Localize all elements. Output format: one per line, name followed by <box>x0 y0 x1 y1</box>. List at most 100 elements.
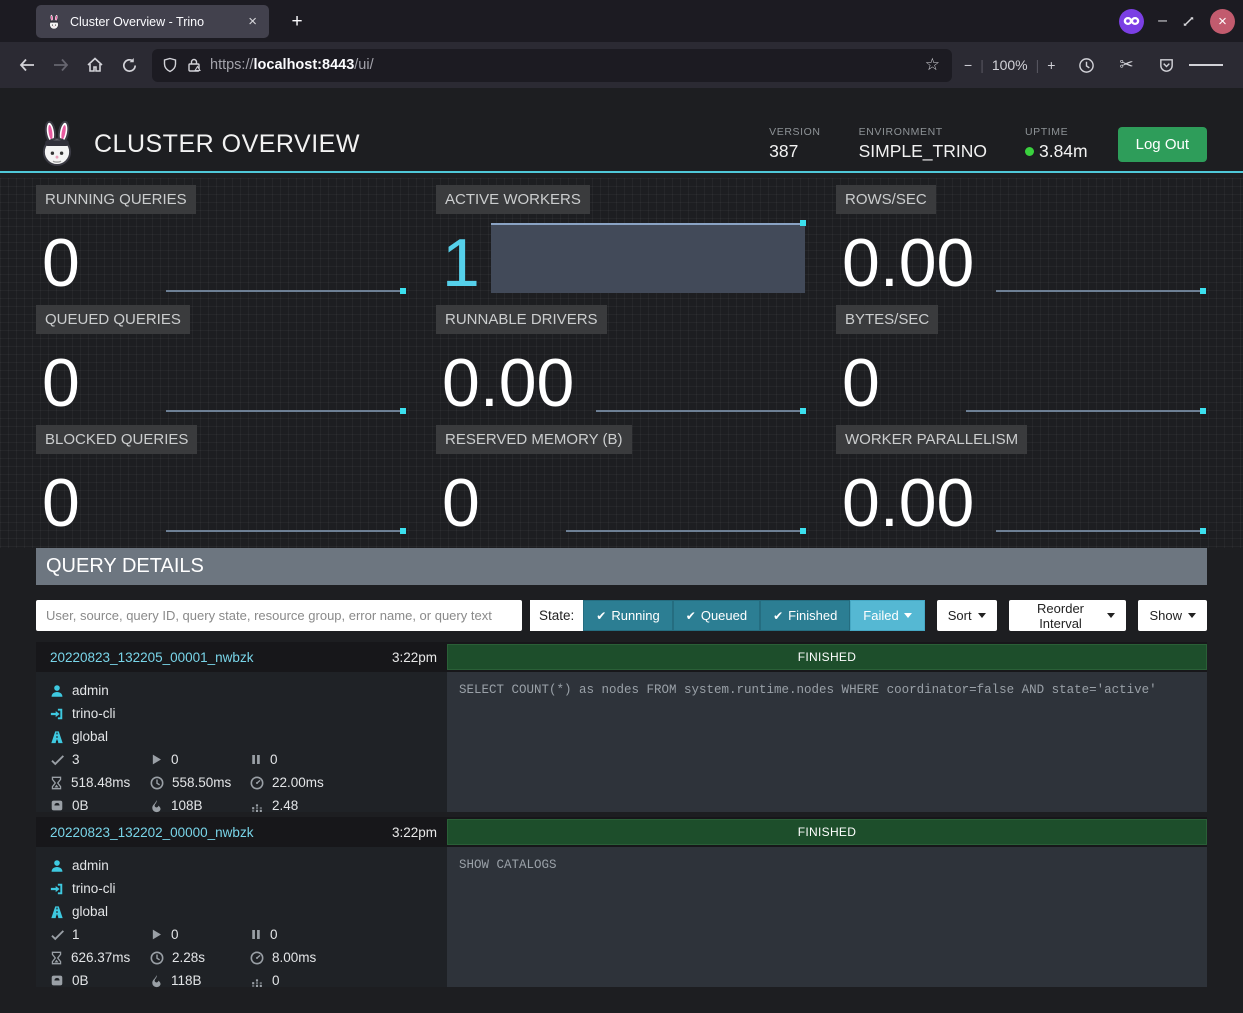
source-sign-in-icon <box>50 707 64 721</box>
state-filter-running[interactable]: ✔ Running <box>583 600 673 631</box>
screenshot-scissors-icon[interactable]: ✂ <box>1109 48 1143 82</box>
stat-card-value: 0 <box>442 469 480 537</box>
stat-card-title: ROWS/SEC <box>836 185 936 214</box>
wall-time: 626.37ms <box>71 950 130 965</box>
check-icon: ✔ <box>596 609 606 623</box>
sparkline <box>996 290 1205 292</box>
browser-tab[interactable]: Cluster Overview - Trino × <box>36 5 269 38</box>
sparkline <box>166 290 405 292</box>
sparkline-endpoint-dot <box>800 528 806 534</box>
source-sign-in-icon <box>50 882 64 896</box>
home-icon[interactable] <box>78 48 112 82</box>
stat-card-value: 0 <box>42 349 80 417</box>
stat-card-title: RESERVED MEMORY (B) <box>436 425 632 454</box>
browser-tab-bar: Cluster Overview - Trino × + – × <box>0 0 1243 42</box>
current-memory-scale-icon <box>50 974 64 987</box>
caret-down-icon <box>978 613 986 618</box>
caret-down-icon <box>904 613 912 618</box>
running-splits: 0 <box>171 752 179 767</box>
menu-hamburger-icon[interactable] <box>1189 48 1223 82</box>
uptime-value: 3.84m <box>1025 141 1088 162</box>
wall-time-hourglass-icon <box>50 776 63 790</box>
back-icon[interactable] <box>10 48 44 82</box>
stat-card-value: 1 <box>442 229 480 297</box>
wall-time-hourglass-icon <box>50 951 63 965</box>
shield-icon[interactable] <box>162 57 178 73</box>
show-dropdown[interactable]: Show <box>1138 600 1207 631</box>
query-id-link[interactable]: 20220823_132202_00000_nwbzk <box>50 825 253 840</box>
check-icon: ✔ <box>686 609 696 623</box>
stat-card-rows-sec: ROWS/SEC 0.00 <box>836 185 1207 297</box>
query-info-panel: admin trino-cli global 1 <box>36 847 447 987</box>
caret-down-icon <box>1188 613 1196 618</box>
stat-card-value: 0 <box>42 229 80 297</box>
state-filter-label: State: <box>530 600 583 631</box>
stat-card-title: QUEUED QUERIES <box>36 305 190 334</box>
stat-card-queued-queries: QUEUED QUERIES 0 <box>36 305 407 417</box>
total-time-clock-icon <box>150 951 164 965</box>
forward-icon[interactable] <box>44 48 78 82</box>
url-bar[interactable]: https://localhost:8443/ui/ ☆ <box>152 49 952 82</box>
stat-card-title: RUNNING QUERIES <box>36 185 196 214</box>
wall-time: 518.48ms <box>71 775 130 790</box>
cpu-time-gauge-icon <box>250 951 264 965</box>
state-filter-finished[interactable]: ✔ Finished <box>760 600 850 631</box>
private-browsing-icon <box>1119 9 1144 34</box>
running-splits-play-icon <box>150 928 163 941</box>
state-filter-failed-dropdown[interactable]: Failed <box>850 600 924 631</box>
query-user: admin <box>72 683 109 698</box>
completed-splits-check-icon <box>50 753 64 767</box>
window-close-button[interactable]: × <box>1210 9 1235 34</box>
stat-card-value: 0.00 <box>442 349 574 417</box>
uptime-label: UPTIME <box>1025 126 1088 138</box>
zoom-level[interactable]: 100% <box>992 57 1028 73</box>
current-memory-scale-icon <box>50 799 64 812</box>
query-id-link[interactable]: 20220823_132205_00001_nwbzk <box>50 650 253 665</box>
zoom-out-button[interactable]: − <box>964 57 972 73</box>
stat-card-runnable-drivers: RUNNABLE DRIVERS 0.00 <box>436 305 807 417</box>
peak-memory-flame-icon <box>150 974 163 988</box>
lock-warning-icon[interactable] <box>186 57 202 73</box>
peak-memory: 118B <box>171 973 202 988</box>
bookmark-star-icon[interactable]: ☆ <box>919 55 946 75</box>
query-resource-group: global <box>72 904 108 919</box>
queued-splits-pause-icon <box>250 928 262 941</box>
completed-splits-check-icon <box>50 928 64 942</box>
total-time: 2.28s <box>172 950 205 965</box>
stat-card-bytes-sec: BYTES/SEC 0 <box>836 305 1207 417</box>
sparkline-area-chart <box>491 223 805 293</box>
reorder-interval-dropdown[interactable]: Reorder Interval <box>1009 600 1127 631</box>
logout-button[interactable]: Log Out <box>1118 127 1207 162</box>
sparkline-endpoint-dot <box>1200 528 1206 534</box>
history-clock-icon[interactable] <box>1069 48 1103 82</box>
sparkline-endpoint-dot <box>800 220 806 226</box>
query-source: trino-cli <box>72 706 116 721</box>
new-tab-button[interactable]: + <box>283 8 311 36</box>
url-text[interactable]: https://localhost:8443/ui/ <box>210 57 919 73</box>
state-filter-queued[interactable]: ✔ Queued <box>673 600 760 631</box>
queued-splits: 0 <box>270 927 278 942</box>
sparkline-endpoint-dot <box>400 528 406 534</box>
query-search-input[interactable] <box>36 600 522 631</box>
resource-group-road-icon <box>50 905 64 919</box>
running-splits: 0 <box>171 927 179 942</box>
window-minimize-button[interactable]: – <box>1158 16 1167 26</box>
tab-close-icon[interactable]: × <box>244 13 261 30</box>
sort-dropdown[interactable]: Sort <box>937 600 997 631</box>
browser-toolbar: https://localhost:8443/ui/ ☆ − | 100% | … <box>0 42 1243 88</box>
query-source: trino-cli <box>72 881 116 896</box>
window-restore-button[interactable] <box>1181 14 1196 29</box>
query-info-panel: admin trino-cli global 3 <box>36 672 447 812</box>
stat-card-title: BLOCKED QUERIES <box>36 425 197 454</box>
stat-card-worker-parallelism: WORKER PARALLELISM 0.00 <box>836 425 1207 537</box>
stat-card-reserved-memory: RESERVED MEMORY (B) 0 <box>436 425 807 537</box>
tab-title: Cluster Overview - Trino <box>70 15 244 29</box>
zoom-in-button[interactable]: + <box>1047 57 1055 73</box>
current-memory: 0B <box>72 798 89 813</box>
reload-icon[interactable] <box>112 48 146 82</box>
query-status-badge: FINISHED <box>447 819 1207 845</box>
query-user: admin <box>72 858 109 873</box>
query-sql-text: SHOW CATALOGS <box>447 847 1207 987</box>
pocket-icon[interactable] <box>1149 48 1183 82</box>
completed-splits: 1 <box>72 927 80 942</box>
